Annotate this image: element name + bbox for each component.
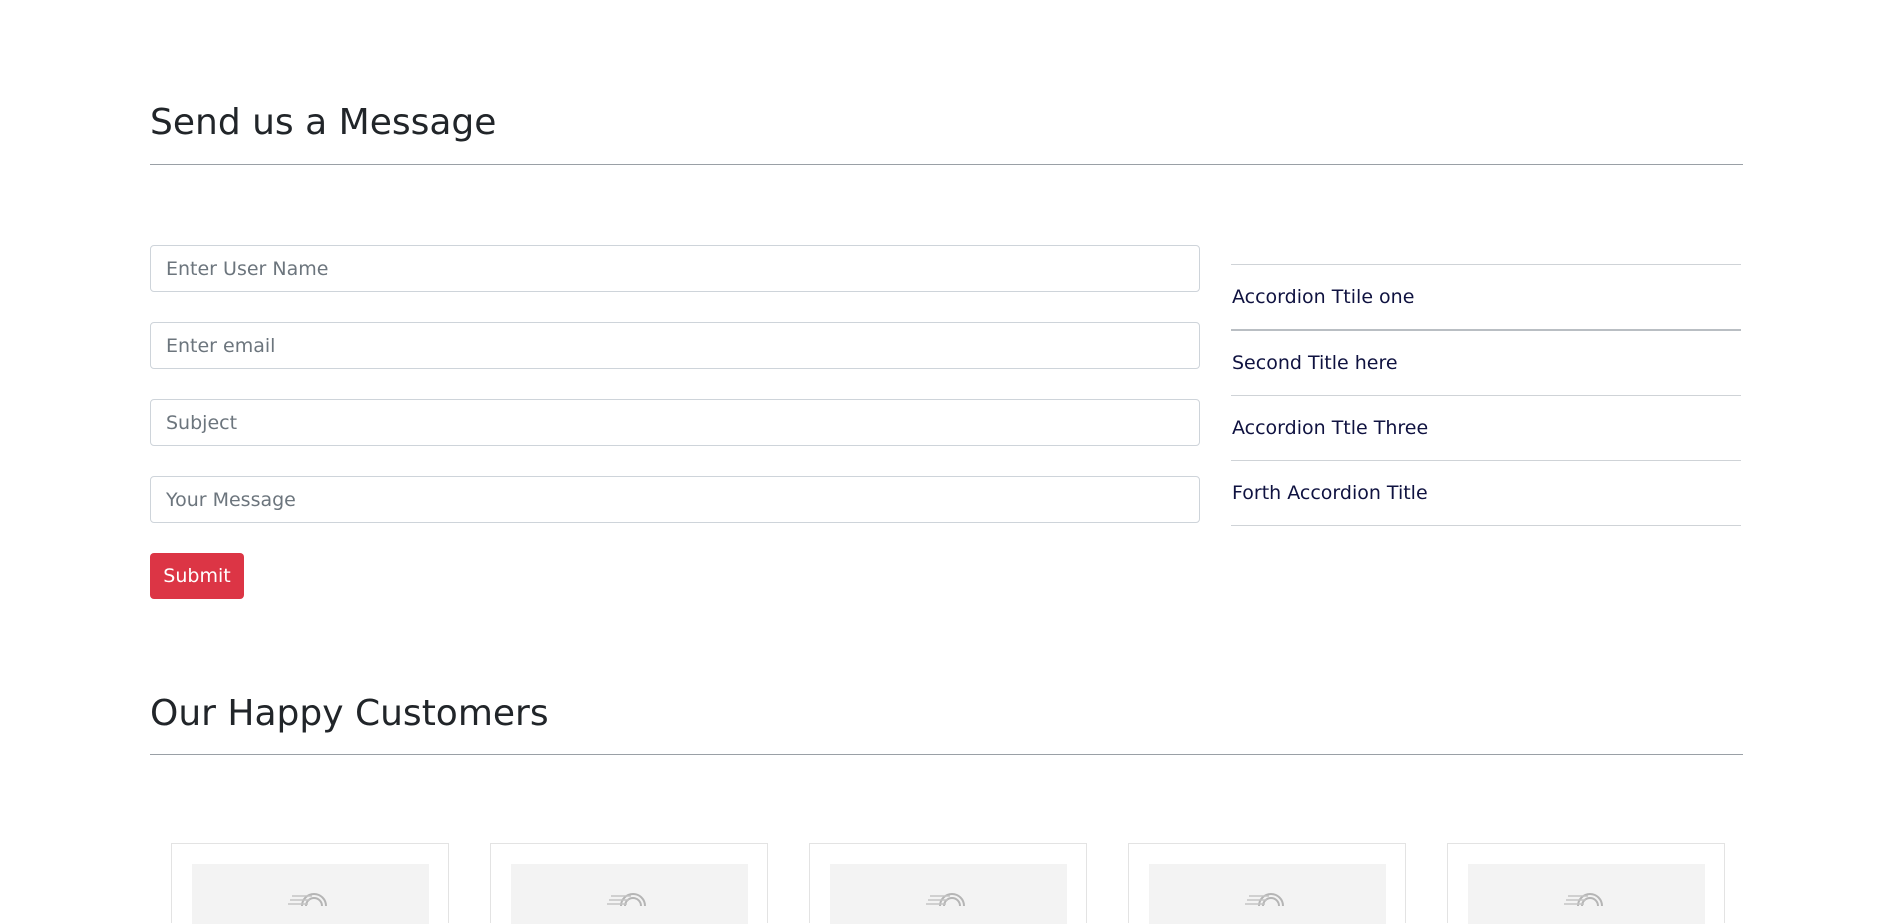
customers-divider bbox=[150, 754, 1743, 755]
placeholder-image-icon bbox=[1245, 893, 1284, 906]
accordion-item-three[interactable]: Accordion Ttle Three bbox=[1231, 396, 1741, 461]
username-input[interactable] bbox=[150, 245, 1200, 292]
placeholder-image-icon bbox=[926, 893, 965, 906]
accordion-item-label: Second Title here bbox=[1232, 352, 1398, 374]
contact-divider bbox=[150, 164, 1743, 165]
customer-thumbnail bbox=[1149, 864, 1386, 924]
accordion-item-label: Accordion Ttile one bbox=[1232, 286, 1415, 308]
accordion-item-four[interactable]: Forth Accordion Title bbox=[1231, 461, 1741, 526]
email-input[interactable] bbox=[150, 322, 1200, 369]
customer-thumbnail bbox=[192, 864, 429, 924]
customer-card bbox=[1447, 843, 1725, 924]
accordion-item-label: Forth Accordion Title bbox=[1232, 482, 1428, 504]
accordion-item-one[interactable]: Accordion Ttile one bbox=[1231, 265, 1741, 331]
accordion-item-label: Accordion Ttle Three bbox=[1232, 417, 1429, 439]
placeholder-image-icon bbox=[1564, 893, 1603, 906]
customer-card bbox=[1128, 843, 1406, 924]
customer-cards bbox=[0, 843, 1893, 924]
customer-card bbox=[171, 843, 449, 924]
customer-thumbnail bbox=[1468, 864, 1705, 924]
customer-card bbox=[809, 843, 1087, 924]
customer-thumbnail bbox=[511, 864, 748, 924]
contact-section-title: Send us a Message bbox=[150, 102, 497, 143]
customer-card bbox=[490, 843, 768, 924]
accordion: Accordion Ttile one Second Title here Ac… bbox=[1231, 264, 1741, 526]
customer-thumbnail bbox=[830, 864, 1067, 924]
message-input[interactable] bbox=[150, 476, 1200, 523]
submit-button[interactable]: Submit bbox=[150, 553, 244, 599]
subject-input[interactable] bbox=[150, 399, 1200, 446]
placeholder-image-icon bbox=[288, 893, 327, 906]
placeholder-image-icon bbox=[607, 893, 646, 906]
customers-section-title: Our Happy Customers bbox=[150, 693, 549, 734]
accordion-item-two[interactable]: Second Title here bbox=[1231, 331, 1741, 396]
